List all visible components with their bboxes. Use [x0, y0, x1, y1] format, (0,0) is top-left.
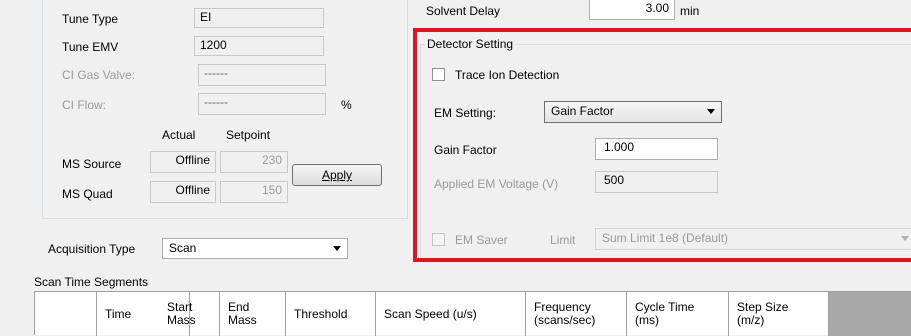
acquisition-type-dropdown[interactable]: Scan: [162, 238, 348, 259]
ci-flow-label: CI Flow:: [62, 98, 107, 112]
grid-empty-header-area: [829, 292, 911, 336]
col-header-frequency[interactable]: Frequency (scans/sec): [526, 292, 627, 336]
ms-quad-actual: Offline: [150, 181, 216, 203]
setpoint-column-header: Setpoint: [226, 128, 271, 142]
solvent-delay-label: Solvent Delay: [426, 4, 501, 18]
row-header-cell: [35, 292, 97, 336]
tune-type-field: EI: [194, 8, 324, 28]
tune-emv-label: Tune EMV: [62, 40, 119, 54]
tune-emv-field: 1200: [194, 36, 324, 56]
actual-column-header: Actual: [162, 128, 196, 142]
solvent-delay-field[interactable]: 3.00: [589, 0, 675, 20]
chevron-down-icon: [333, 246, 341, 251]
apply-button[interactable]: Apply: [292, 164, 382, 186]
ci-gas-valve-field: ------: [198, 64, 326, 86]
ci-gas-valve-label: CI Gas Valve:: [62, 68, 136, 82]
solvent-delay-unit: min: [680, 4, 700, 18]
col-header-cycle-time[interactable]: Cycle Time (ms): [627, 292, 729, 336]
col-header-scan-speed[interactable]: Scan Speed (u/s): [376, 292, 526, 336]
segments-grid: Time Start Mass End Mass Threshold Scan …: [34, 291, 911, 336]
scan-time-segments-title: Scan Time Segments: [34, 275, 149, 289]
apply-button-label: Apply: [321, 168, 353, 182]
ms-source-setpoint: 230: [220, 151, 288, 173]
tune-type-label: Tune Type: [62, 12, 119, 26]
col-header-end-mass[interactable]: End Mass: [220, 292, 286, 336]
ms-source-actual: Offline: [150, 151, 216, 173]
ms-quad-setpoint: 150: [220, 181, 288, 203]
ci-flow-unit: %: [341, 98, 352, 112]
col-header-step-size[interactable]: Step Size (m/z): [729, 292, 829, 336]
ms-quad-label: MS Quad: [62, 187, 113, 201]
acquisition-type-label: Acquisition Type: [48, 242, 136, 256]
col-header-start-mass[interactable]: Start Mass: [159, 292, 220, 336]
ms-source-label: MS Source: [62, 157, 122, 171]
ci-flow-field: ------: [198, 93, 326, 115]
detector-highlight-box: [413, 28, 911, 262]
acquisition-type-value: Scan: [169, 241, 197, 255]
col-header-threshold[interactable]: Threshold: [286, 292, 376, 336]
